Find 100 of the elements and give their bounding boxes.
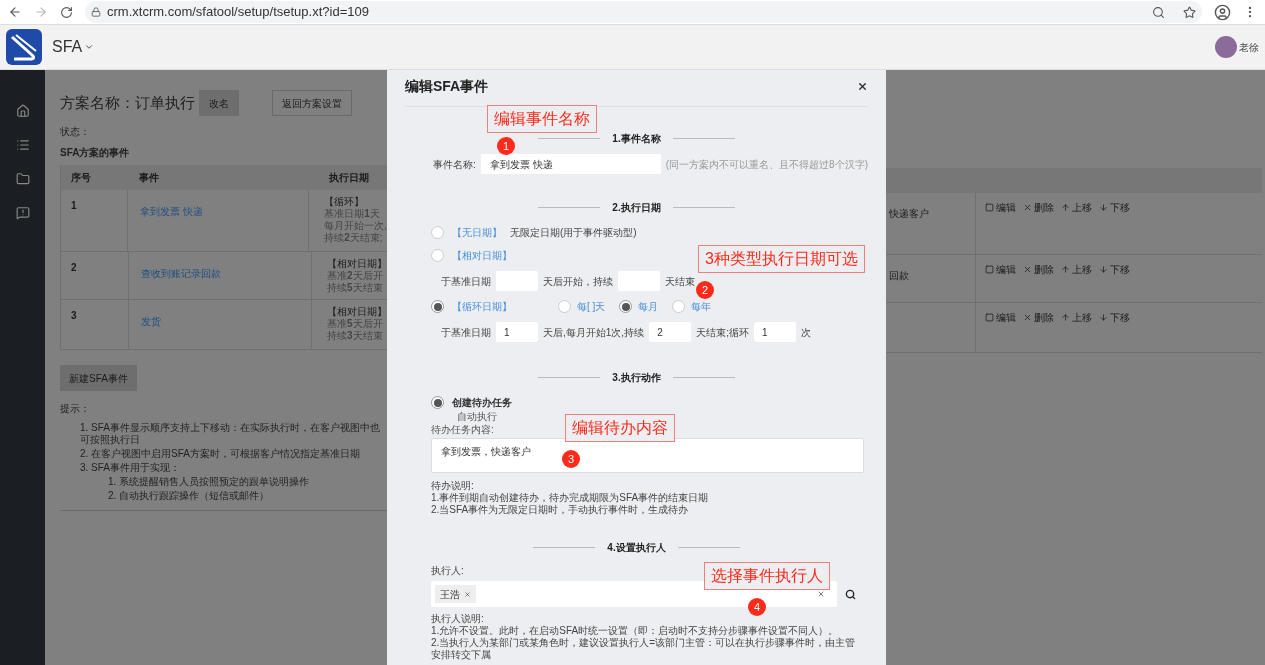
tip-text: 2. 自动执行跟踪操作（短信或邮件） bbox=[107, 490, 271, 502]
arrow-up-icon bbox=[1061, 203, 1070, 212]
row-action-link[interactable]: 下移 bbox=[1099, 262, 1130, 277]
search-icon[interactable] bbox=[845, 588, 856, 600]
field-label: 于基准日期 bbox=[441, 274, 491, 289]
note-text: 1.允许不设置。此时，在启动SFA时统一设置（即：启动时不支持分步骤事件设置不同人）。 bbox=[431, 625, 840, 637]
back-button[interactable]: 返回方案设置 bbox=[272, 90, 352, 116]
row-action-link[interactable]: 删除 bbox=[1023, 310, 1054, 325]
field-label: 天结束;循环 bbox=[696, 325, 749, 340]
rename-button[interactable]: 改名 bbox=[199, 90, 239, 116]
option-tag: 【相对日期】 bbox=[452, 248, 512, 263]
row-action-link[interactable]: 下移 bbox=[1099, 310, 1130, 325]
radio-button[interactable] bbox=[431, 226, 444, 239]
section-heading: 1.事件名称 bbox=[612, 132, 661, 146]
clear-icon[interactable] bbox=[817, 590, 825, 598]
radio-button[interactable] bbox=[431, 249, 444, 262]
tips-title: 提示： bbox=[60, 402, 91, 416]
arrow-down-icon bbox=[1099, 265, 1108, 274]
field-label: 于基准日期 bbox=[441, 325, 491, 340]
column-header: 事件 bbox=[138, 171, 160, 185]
column-header: 执行日期 bbox=[328, 171, 369, 185]
avatar[interactable] bbox=[1215, 36, 1237, 58]
star-icon[interactable] bbox=[1183, 5, 1196, 19]
message-icon[interactable] bbox=[15, 206, 30, 220]
field-label: 次 bbox=[800, 325, 811, 340]
note-text: 2.当SFA事件为无限定日期时，手动执行事件时，生成待办 bbox=[431, 504, 690, 516]
url-text: crm.xtcrm.com/sfatool/setup/tsetup.xt?id=109 bbox=[107, 3, 370, 22]
date-text: 【相对日期】 bbox=[327, 258, 387, 270]
edit-icon bbox=[985, 313, 994, 322]
radio-button[interactable] bbox=[558, 300, 571, 313]
row-action-link[interactable]: 上移 bbox=[1061, 200, 1092, 215]
plan-title: 方案名称：订单执行 bbox=[60, 92, 195, 113]
callout-box: 编辑待办内容 bbox=[565, 414, 675, 442]
tip-text: 1. SFA事件显示顺序支持上下移动：在实际执行时，在客户视图中也可按照执行日 bbox=[80, 422, 381, 446]
period-label: 每月 bbox=[638, 300, 659, 314]
arrow-down-icon bbox=[1099, 203, 1108, 212]
date-text: 【循环】 bbox=[324, 196, 366, 208]
field-label: 天后,每月开始1次,持续 bbox=[543, 325, 645, 340]
row-action-link[interactable]: 上移 bbox=[1061, 262, 1092, 277]
radio-button[interactable] bbox=[672, 300, 686, 313]
number-marker: 1 bbox=[497, 137, 515, 155]
notes-title: 待办说明: bbox=[431, 480, 475, 492]
row-action-link[interactable]: 编辑 bbox=[985, 310, 1016, 325]
option-text: 无限定日期(用于事件驱动型) bbox=[510, 226, 637, 240]
zoom-icon[interactable] bbox=[1152, 5, 1165, 19]
note-text: 1.事件到期自动创建待办，待办完成期限为SFA事件的结束日期 bbox=[431, 492, 710, 504]
reload-icon[interactable] bbox=[60, 5, 73, 19]
field-label: 天结束 bbox=[665, 274, 695, 289]
option-label: 创建待办任务 bbox=[452, 396, 512, 410]
app-menu[interactable]: SFA bbox=[52, 35, 95, 59]
user-name[interactable]: 老徐 bbox=[1239, 39, 1259, 55]
row-action-link[interactable]: 下移 bbox=[1099, 200, 1130, 215]
address-bar[interactable]: crm.xtcrm.com/sfatool/setup/tsetup.xt?id=109 bbox=[85, 1, 1202, 23]
close-icon bbox=[1023, 203, 1032, 212]
row-action-link[interactable]: 编辑 bbox=[985, 200, 1016, 215]
close-icon bbox=[1023, 265, 1032, 274]
home-icon[interactable] bbox=[15, 104, 30, 118]
field-label: 待办任务内容: bbox=[431, 423, 494, 436]
executor-tag[interactable]: 王浩 bbox=[435, 585, 476, 603]
callout-box: 3种类型执行日期可选 bbox=[698, 245, 865, 273]
lock-icon bbox=[91, 7, 101, 17]
caret-icon bbox=[84, 42, 95, 52]
row-action-link[interactable]: 删除 bbox=[1023, 262, 1054, 277]
folder-icon[interactable] bbox=[15, 172, 30, 186]
event-name-field[interactable]: 拿到发票 快递 bbox=[480, 154, 661, 174]
table-cell: 回款 bbox=[889, 270, 909, 281]
radio-button[interactable] bbox=[431, 300, 444, 313]
callout-box: 选择事件执行人 bbox=[704, 562, 830, 590]
table-cell: 2 bbox=[61, 252, 129, 299]
tip-text: 2. 在客户视图中启用SFA方案时，可根据客户情况指定基准日期 bbox=[80, 448, 361, 460]
logo-icon bbox=[6, 29, 42, 65]
callout-box: 编辑事件名称 bbox=[487, 105, 597, 133]
field-label: 天后开始，持续 bbox=[543, 274, 613, 289]
new-event-button[interactable]: 新建SFA事件 bbox=[60, 365, 137, 391]
row-action-link[interactable]: 上移 bbox=[1061, 310, 1092, 325]
arrow-down-icon bbox=[1099, 313, 1108, 322]
arrow-up-icon bbox=[1061, 313, 1070, 322]
radio-button[interactable] bbox=[619, 300, 633, 313]
remove-icon[interactable] bbox=[464, 590, 471, 598]
list-icon[interactable] bbox=[15, 138, 30, 152]
profile-icon[interactable] bbox=[1214, 3, 1231, 21]
sub-label: 自动执行 bbox=[456, 410, 498, 423]
number-marker: 4 bbox=[748, 598, 766, 616]
row-action-link[interactable]: 删除 bbox=[1023, 200, 1054, 215]
close-icon[interactable] bbox=[857, 81, 868, 92]
back-icon[interactable] bbox=[8, 5, 22, 19]
note-text: 2.当执行人为某部门或某角色时，建议设置执行人=该部门主管：可以在执行步骤事件时，由主管安排转交下属 bbox=[431, 637, 857, 661]
column-header: 序号 bbox=[70, 171, 92, 185]
field-label: 事件名称: bbox=[433, 157, 476, 172]
period-label: 每年 bbox=[691, 300, 712, 314]
radio-button[interactable] bbox=[431, 396, 444, 409]
option-tag: 【无日期】 bbox=[452, 225, 502, 240]
table-cell: 3 bbox=[61, 300, 129, 349]
option-tag: 【循环日期】 bbox=[452, 299, 512, 314]
number-field[interactable]: 1 bbox=[753, 322, 796, 342]
date-text: 【相对日期】 bbox=[327, 306, 387, 318]
row-action-link[interactable]: 编辑 bbox=[985, 262, 1016, 277]
table-cell: 1 bbox=[61, 190, 128, 251]
number-field[interactable]: 1 bbox=[496, 322, 538, 342]
number-field[interactable]: 2 bbox=[649, 322, 692, 342]
